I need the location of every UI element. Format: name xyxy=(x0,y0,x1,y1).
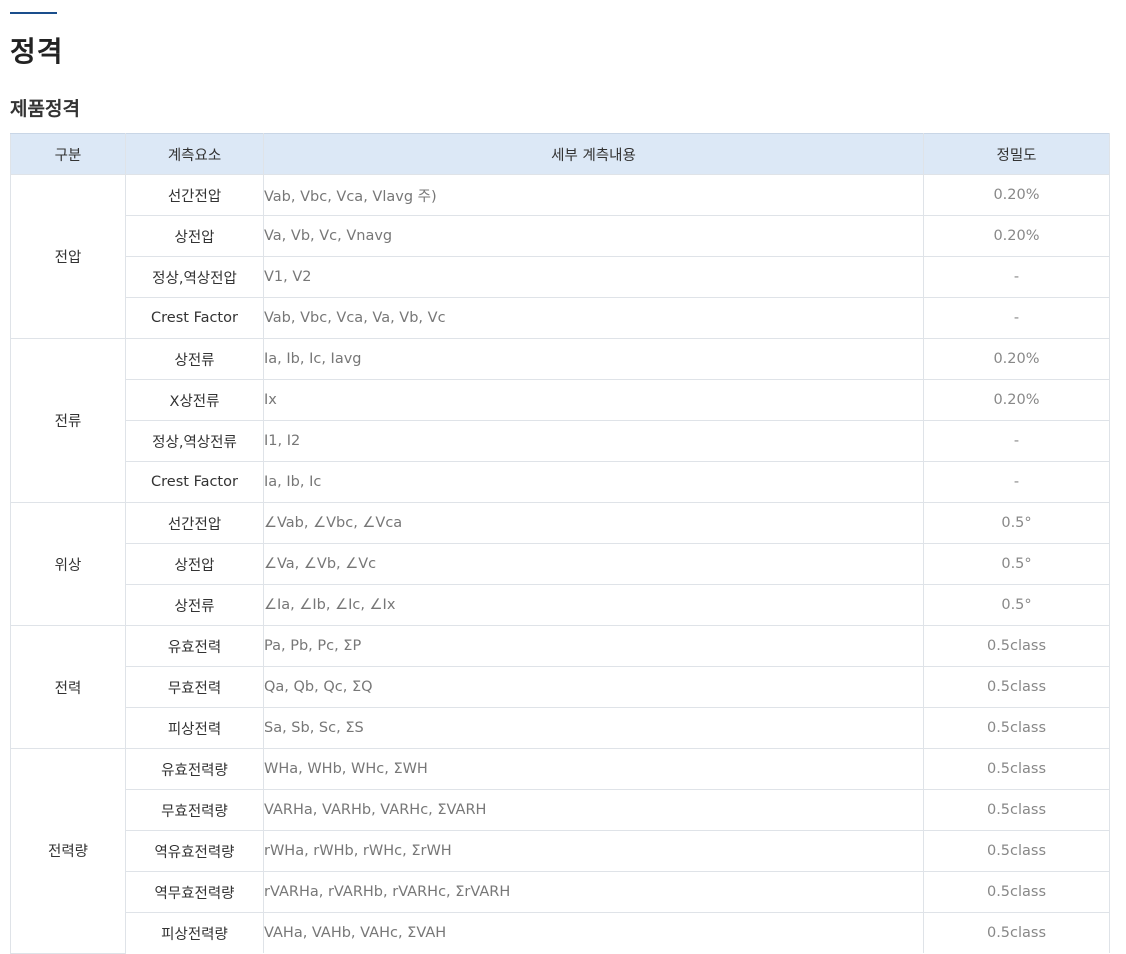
table-row: 상전압 ∠Va, ∠Vb, ∠Vc 0.5° xyxy=(11,543,1110,585)
precision-cell: 0.5° xyxy=(923,543,1110,585)
precision-cell: 0.5class xyxy=(923,748,1110,790)
group-cell: 전류 xyxy=(10,338,126,503)
element-cell: 역유효전력량 xyxy=(125,830,264,872)
element-cell: 피상전력 xyxy=(125,707,264,749)
element-cell: 상전압 xyxy=(125,543,264,585)
detail-cell: Pa, Pb, Pc, ΣP xyxy=(263,625,924,667)
element-cell: 선간전압 xyxy=(125,502,264,544)
detail-cell: rVARHa, rVARHb, rVARHc, ΣrVARH xyxy=(263,871,924,913)
detail-cell: Sa, Sb, Sc, ΣS xyxy=(263,707,924,749)
table-body: 전압 선간전압 Vab, Vbc, Vca, Vlavg 주) 0.20% 상전… xyxy=(10,174,1110,954)
detail-cell: Va, Vb, Vc, Vnavg xyxy=(263,215,924,257)
precision-cell: 0.5class xyxy=(923,830,1110,872)
element-cell: 정상,역상전압 xyxy=(125,256,264,298)
precision-cell: - xyxy=(923,461,1110,503)
table-row: 전압 선간전압 Vab, Vbc, Vca, Vlavg 주) 0.20% xyxy=(10,174,1110,339)
group-cell: 위상 xyxy=(10,502,126,626)
detail-cell: VAHa, VAHb, VAHc, ΣVAH xyxy=(263,912,924,953)
column-header-detail: 세부 계측내용 xyxy=(263,133,924,175)
precision-cell: 0.20% xyxy=(923,338,1110,380)
column-header-element: 계측요소 xyxy=(125,133,264,175)
precision-cell: 0.5class xyxy=(923,912,1110,953)
element-cell: 상전압 xyxy=(125,215,264,257)
detail-cell: Vab, Vbc, Vca, Va, Vb, Vc xyxy=(263,297,924,339)
precision-cell: - xyxy=(923,420,1110,462)
group-cell: 전압 xyxy=(10,174,126,339)
detail-cell: WHa, WHb, WHc, ΣWH xyxy=(263,748,924,790)
element-cell: 무효전력 xyxy=(125,666,264,708)
page-title: 정격 xyxy=(10,35,64,68)
page: 정격 제품정격 구분 계측요소 세부 계측내용 정밀도 전압 선간전압 Vab,… xyxy=(0,0,1126,954)
element-cell: 유효전력 xyxy=(125,625,264,667)
detail-cell: ∠Va, ∠Vb, ∠Vc xyxy=(263,543,924,585)
precision-cell: 0.20% xyxy=(923,174,1110,216)
precision-cell: 0.5° xyxy=(923,584,1110,626)
table-row: 무효전력량 VARHa, VARHb, VARHc, ΣVARH 0.5clas… xyxy=(11,789,1110,831)
precision-cell: - xyxy=(923,297,1110,339)
element-cell: Crest Factor xyxy=(125,297,264,339)
element-cell: 유효전력량 xyxy=(125,748,264,790)
element-cell: 상전류 xyxy=(125,584,264,626)
table-row: 피상전력량 VAHa, VAHb, VAHc, ΣVAH 0.5class xyxy=(11,912,1110,953)
title-accent-line xyxy=(10,12,57,14)
table-row: Crest Factor Ia, Ib, Ic - xyxy=(11,461,1110,503)
table-row: 전력량 유효전력량 WHa, WHb, WHc, ΣWH 0.5class xyxy=(10,748,1110,954)
detail-cell: V1, V2 xyxy=(263,256,924,298)
table-row: X상전류 Ix 0.20% xyxy=(11,379,1110,421)
table-row: 역무효전력량 rVARHa, rVARHb, rVARHc, ΣrVARH 0.… xyxy=(11,871,1110,913)
precision-cell: 0.5class xyxy=(923,707,1110,749)
table-row: Crest Factor Vab, Vbc, Vca, Va, Vb, Vc - xyxy=(11,297,1110,339)
table-row: 전력 유효전력 Pa, Pb, Pc, ΣP 0.5class xyxy=(10,625,1110,749)
spec-table: 구분 계측요소 세부 계측내용 정밀도 전압 선간전압 Vab, Vbc, Vc… xyxy=(10,133,1110,954)
detail-cell: ∠Ia, ∠Ib, ∠Ic, ∠Ix xyxy=(263,584,924,626)
precision-cell: 0.5class xyxy=(923,789,1110,831)
element-cell: 역무효전력량 xyxy=(125,871,264,913)
precision-cell: 0.20% xyxy=(923,215,1110,257)
element-cell: X상전류 xyxy=(125,379,264,421)
table-row: 정상,역상전류 I1, I2 - xyxy=(11,420,1110,462)
element-cell: 선간전압 xyxy=(125,174,264,216)
column-header-category: 구분 xyxy=(10,133,126,175)
precision-cell: - xyxy=(923,256,1110,298)
table-header-row: 구분 계측요소 세부 계측내용 정밀도 xyxy=(10,133,1110,175)
detail-cell: Vab, Vbc, Vca, Vlavg 주) xyxy=(263,174,924,216)
detail-cell: Ix xyxy=(263,379,924,421)
table-row: 전류 상전류 Ia, Ib, Ic, Iavg 0.20% xyxy=(10,338,1110,503)
group-cell: 전력량 xyxy=(10,748,126,954)
table-row: 상전류 ∠Ia, ∠Ib, ∠Ic, ∠Ix 0.5° xyxy=(11,584,1110,626)
group-cell: 전력 xyxy=(10,625,126,749)
precision-cell: 0.5class xyxy=(923,625,1110,667)
column-header-precision: 정밀도 xyxy=(923,133,1110,175)
element-cell: 정상,역상전류 xyxy=(125,420,264,462)
table-row: 역유효전력량 rWHa, rWHb, rWHc, ΣrWH 0.5class xyxy=(11,830,1110,872)
table-row: 피상전력 Sa, Sb, Sc, ΣS 0.5class xyxy=(11,707,1110,749)
precision-cell: 0.5class xyxy=(923,871,1110,913)
detail-cell: Ia, Ib, Ic xyxy=(263,461,924,503)
element-cell: 무효전력량 xyxy=(125,789,264,831)
detail-cell: VARHa, VARHb, VARHc, ΣVARH xyxy=(263,789,924,831)
detail-cell: Ia, Ib, Ic, Iavg xyxy=(263,338,924,380)
detail-cell: I1, I2 xyxy=(263,420,924,462)
table-row: 무효전력 Qa, Qb, Qc, ΣQ 0.5class xyxy=(11,666,1110,708)
precision-cell: 0.5class xyxy=(923,666,1110,708)
element-cell: Crest Factor xyxy=(125,461,264,503)
element-cell: 상전류 xyxy=(125,338,264,380)
precision-cell: 0.20% xyxy=(923,379,1110,421)
detail-cell: ∠Vab, ∠Vbc, ∠Vca xyxy=(263,502,924,544)
table-row: 위상 선간전압 ∠Vab, ∠Vbc, ∠Vca 0.5° xyxy=(10,502,1110,626)
section-title: 제품정격 xyxy=(10,98,80,120)
detail-cell: Qa, Qb, Qc, ΣQ xyxy=(263,666,924,708)
element-cell: 피상전력량 xyxy=(125,912,264,953)
detail-cell: rWHa, rWHb, rWHc, ΣrWH xyxy=(263,830,924,872)
precision-cell: 0.5° xyxy=(923,502,1110,544)
table-row: 상전압 Va, Vb, Vc, Vnavg 0.20% xyxy=(11,215,1110,257)
table-row: 정상,역상전압 V1, V2 - xyxy=(11,256,1110,298)
